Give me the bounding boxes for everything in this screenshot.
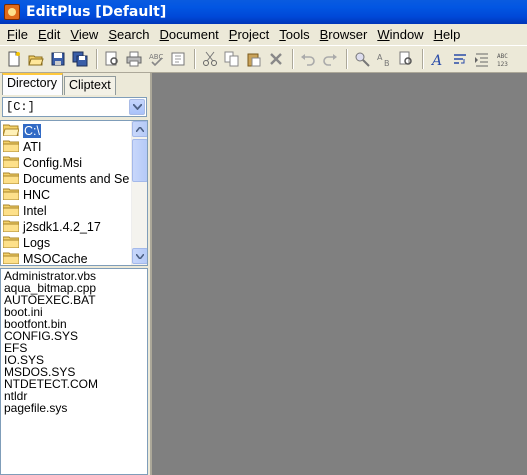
folder-icon <box>2 219 23 235</box>
title-bar[interactable]: EditPlus [Default] <box>0 0 527 24</box>
menu-view[interactable]: View <box>65 27 103 42</box>
folder-tree-item[interactable]: Documents and Se <box>2 171 130 187</box>
folder-tree-item[interactable]: Intel <box>2 203 47 219</box>
word-wrap-icon[interactable] <box>450 49 470 69</box>
undo-icon[interactable] <box>298 49 318 69</box>
folder-label: HNC <box>23 188 51 202</box>
editor-area[interactable] <box>150 73 527 475</box>
folder-tree-scrollbar[interactable] <box>131 121 147 265</box>
folder-icon <box>2 139 23 155</box>
folder-label: ATI <box>23 140 42 154</box>
toolbar-separator <box>194 49 196 69</box>
scroll-thumb[interactable] <box>132 139 147 182</box>
ruler-icon[interactable]: ABC 123 <box>494 49 514 69</box>
redo-icon[interactable] <box>320 49 340 69</box>
folder-tree-item[interactable]: HNC <box>2 187 51 203</box>
folder-icon <box>2 171 23 187</box>
folder-label: MSOCache <box>23 252 88 266</box>
replace-icon[interactable]: AB <box>374 49 394 69</box>
folder-tree-item[interactable]: MSOCache <box>2 251 88 266</box>
toolbar-separator <box>96 49 98 69</box>
copy-icon[interactable] <box>222 49 242 69</box>
tab-cliptext[interactable]: Cliptext <box>64 76 116 95</box>
folder-label: Logs <box>23 236 51 250</box>
indent-icon[interactable] <box>472 49 492 69</box>
folder-tree-item[interactable]: ATI <box>2 139 42 155</box>
menu-bar: File Edit View Search Document Project Tools Br… <box>0 24 527 45</box>
menu-tools[interactable]: Tools <box>274 27 314 42</box>
svg-text:A: A <box>377 53 383 62</box>
drive-select-value: [C:] <box>6 100 35 114</box>
editplus-app-icon[interactable] <box>4 4 20 20</box>
folder-label: Documents and Se <box>23 172 130 186</box>
folder-label: Intel <box>23 204 47 218</box>
svg-text:123: 123 <box>497 61 508 67</box>
svg-text:B: B <box>384 59 390 67</box>
scroll-up-icon[interactable] <box>132 121 147 137</box>
save-icon[interactable] <box>48 49 68 69</box>
menu-help[interactable]: Help <box>429 27 466 42</box>
cut-icon[interactable] <box>200 49 220 69</box>
new-file-icon[interactable] <box>4 49 24 69</box>
folder-label: Config.Msi <box>23 156 83 170</box>
svg-text:ABC: ABC <box>497 53 508 60</box>
window-title: EditPlus [Default] <box>26 4 167 20</box>
toolbar: ABC A B A ABC 123 <box>0 45 527 73</box>
file-list[interactable]: Administrator.vbs aqua_bitmap.cpp AUTOEXEC… <box>0 268 148 475</box>
paste-icon[interactable] <box>244 49 264 69</box>
directory-panel: Cliptext Directory [C:] MSOCache Logs j2sd… <box>0 73 150 475</box>
folder-icon <box>2 235 23 251</box>
html-preview-icon[interactable] <box>168 49 188 69</box>
folder-tree-item[interactable]: C:\ <box>2 123 41 139</box>
menu-project[interactable]: Project <box>224 27 274 42</box>
save-all-icon[interactable] <box>70 49 90 69</box>
folder-icon <box>2 155 23 171</box>
folder-tree[interactable]: MSOCache Logs j2sdk1.4.2_17 Intel HNC Documen… <box>0 120 148 266</box>
menu-edit[interactable]: Edit <box>33 27 65 42</box>
chevron-down-icon[interactable] <box>129 99 145 115</box>
print-icon[interactable] <box>124 49 144 69</box>
tab-directory[interactable]: Directory <box>2 73 63 95</box>
find-in-files-icon[interactable] <box>396 49 416 69</box>
open-folder-icon[interactable] <box>26 49 46 69</box>
scroll-down-icon[interactable] <box>132 248 147 264</box>
spell-check-icon[interactable]: ABC <box>146 49 166 69</box>
folder-label: j2sdk1.4.2_17 <box>23 220 101 234</box>
folder-label: C:\ <box>23 124 41 138</box>
toolbar-separator <box>292 49 294 69</box>
menu-search[interactable]: Search <box>103 27 154 42</box>
folder-tree-item[interactable]: j2sdk1.4.2_17 <box>2 219 101 235</box>
delete-icon[interactable] <box>266 49 286 69</box>
print-preview-icon[interactable] <box>102 49 122 69</box>
svg-text:A: A <box>430 53 442 67</box>
folder-tree-item[interactable]: Config.Msi <box>2 155 83 171</box>
menu-window[interactable]: Window <box>372 27 428 42</box>
panel-tabs: Cliptext Directory <box>0 73 150 95</box>
toolbar-separator <box>422 49 424 69</box>
folder-icon <box>2 203 23 219</box>
menu-document[interactable]: Document <box>155 27 224 42</box>
menu-file[interactable]: File <box>2 27 33 42</box>
menu-browser[interactable]: Browser <box>315 27 373 42</box>
find-icon[interactable] <box>352 49 372 69</box>
toolbar-separator <box>346 49 348 69</box>
folder-icon <box>2 251 23 265</box>
drive-select[interactable]: [C:] <box>2 97 147 117</box>
file-list-item[interactable]: pagefile.sys <box>1 402 147 414</box>
folder-tree-item[interactable]: Logs <box>2 235 51 251</box>
open-folder-icon <box>2 123 23 139</box>
folder-icon <box>2 187 23 203</box>
font-icon[interactable]: A <box>428 49 448 69</box>
